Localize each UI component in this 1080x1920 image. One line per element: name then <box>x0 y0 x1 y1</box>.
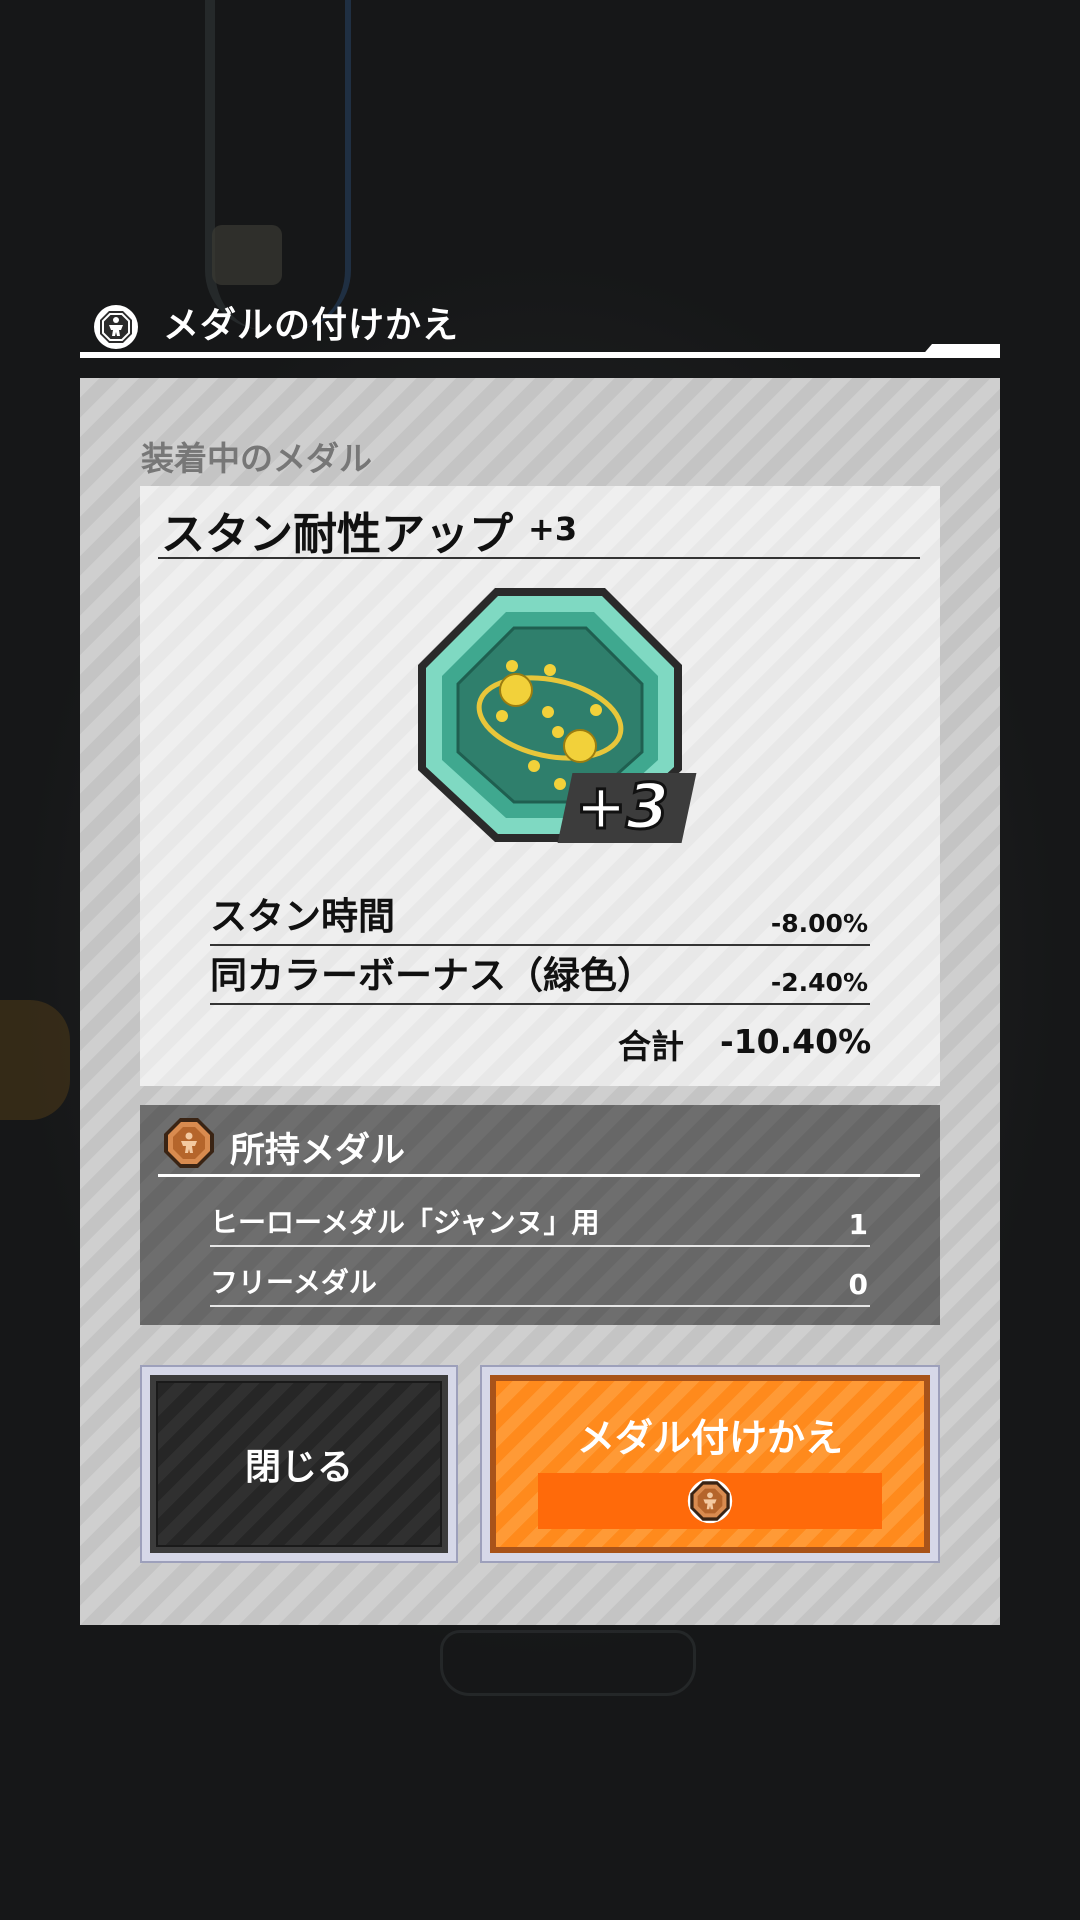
equipped-section-label: 装着中のメダル <box>141 439 372 478</box>
stat-value: -2.40% <box>770 968 868 997</box>
equipped-medal-name: スタン耐性アップ <box>161 509 513 560</box>
list-item: ヒーローメダル「ジャンヌ」用 1 <box>210 1187 870 1247</box>
equipped-medal-level: +3 <box>528 510 578 548</box>
hero-medal-emblem-icon <box>94 305 138 349</box>
header-divider-tab <box>920 344 1000 358</box>
swap-medal-button-label: メダル付けかえ <box>576 1416 843 1460</box>
header-divider <box>80 352 1000 358</box>
page-title: メダルの付けかえ <box>163 305 460 346</box>
medal-name-underline <box>158 557 920 559</box>
swap-medal-button[interactable]: メダル付けかえ <box>480 1365 940 1563</box>
stat-row: スタン時間 -8.00% <box>210 890 870 946</box>
stat-row: 同カラーボーナス（緑色） -2.40% <box>210 949 870 1005</box>
owned-row-divider <box>210 1305 870 1307</box>
owned-medal-count: 0 <box>848 1268 868 1301</box>
owned-medal-label: フリーメダル <box>210 1266 377 1299</box>
stat-label: 同カラーボーナス（緑色） <box>210 954 654 997</box>
bronze-hero-medal-icon <box>687 1478 733 1524</box>
background-character-boot <box>440 1630 696 1696</box>
close-button[interactable]: 閉じる <box>140 1365 458 1563</box>
stat-label: スタン時間 <box>210 895 395 938</box>
total-label: 合計 <box>618 1027 684 1066</box>
medal-level-badge: +3 <box>573 769 670 845</box>
stat-value: -8.00% <box>770 909 868 938</box>
background-sword-hilt <box>212 225 282 285</box>
total-value: -10.40% <box>720 1022 872 1061</box>
stat-divider <box>210 1003 870 1005</box>
background-character-glow <box>0 1000 70 1120</box>
owned-medals-underline <box>158 1174 920 1177</box>
bronze-hero-medal-icon <box>164 1118 214 1168</box>
swap-cost-bar <box>538 1473 882 1529</box>
list-item: フリーメダル 0 <box>210 1247 870 1307</box>
owned-medal-label: ヒーローメダル「ジャンヌ」用 <box>210 1206 600 1239</box>
close-button-label: 閉じる <box>244 1447 353 1488</box>
owned-medal-count: 1 <box>848 1208 868 1241</box>
owned-medals-title: 所持メダル <box>230 1131 406 1171</box>
